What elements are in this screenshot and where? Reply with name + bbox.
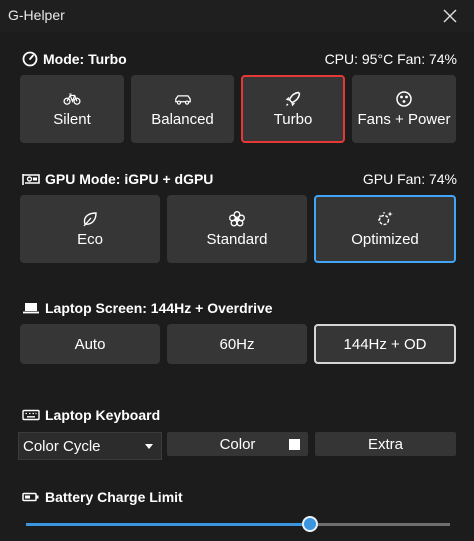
gauge-icon xyxy=(22,51,38,67)
battery-charge-title: Battery Charge Limit xyxy=(45,489,183,505)
sparkle-sun-icon xyxy=(376,210,394,228)
mode-fans-power-label: Fans + Power xyxy=(357,111,451,128)
mode-title: Mode: Turbo xyxy=(43,51,127,67)
close-icon xyxy=(443,9,457,23)
screen-60hz-button[interactable]: 60Hz xyxy=(167,324,307,364)
screen-144hz-od-button[interactable]: 144Hz + OD xyxy=(314,324,456,364)
gpu-mode-title: GPU Mode: iGPU + dGPU xyxy=(45,171,214,187)
mode-header: Mode: Turbo xyxy=(22,49,127,69)
gpu-fan-status: GPU Fan: 74% xyxy=(362,171,457,187)
gpu-optimized-label: Optimized xyxy=(351,231,419,248)
gpu-card-icon xyxy=(22,171,40,187)
battery-limit-slider-thumb[interactable] xyxy=(302,516,319,532)
screen-144hz-od-label: 144Hz + OD xyxy=(343,335,427,353)
laptop-screen-header: Laptop Screen: 144Hz + Overdrive xyxy=(22,298,273,318)
mode-fans-power-button[interactable]: Fans + Power xyxy=(352,75,456,143)
mode-silent-button[interactable]: Silent xyxy=(20,75,124,143)
gpu-optimized-button[interactable]: Optimized xyxy=(314,195,456,263)
keyboard-color-button[interactable]: Color xyxy=(167,432,308,456)
leaf-icon xyxy=(81,210,99,228)
title-bar: G-Helper xyxy=(0,0,474,32)
car-icon xyxy=(174,90,192,108)
mode-balanced-button[interactable]: Balanced xyxy=(131,75,234,143)
mode-balanced-label: Balanced xyxy=(151,111,214,128)
close-button[interactable] xyxy=(438,4,462,28)
laptop-screen-title: Laptop Screen: 144Hz + Overdrive xyxy=(45,300,273,316)
flower-icon xyxy=(228,210,246,228)
battery-limit-slider-fill xyxy=(26,523,311,526)
mode-turbo-label: Turbo xyxy=(273,111,313,128)
keyboard-extra-button[interactable]: Extra xyxy=(315,432,456,456)
gpu-eco-label: Eco xyxy=(77,231,103,248)
keyboard-icon xyxy=(22,407,40,423)
keyboard-color-swatch xyxy=(289,439,300,450)
keyboard-extra-label: Extra xyxy=(367,435,403,453)
keyboard-mode-value: Color Cycle xyxy=(23,437,101,455)
mode-turbo-button[interactable]: Turbo xyxy=(241,75,345,143)
fan-icon xyxy=(395,90,413,108)
keyboard-mode-dropdown[interactable]: Color Cycle xyxy=(18,432,162,460)
chevron-down-icon xyxy=(145,444,153,449)
laptop-keyboard-header: Laptop Keyboard xyxy=(22,405,160,425)
gpu-mode-header: GPU Mode: iGPU + dGPU xyxy=(22,169,213,189)
gpu-eco-button[interactable]: Eco xyxy=(20,195,160,263)
gpu-standard-button[interactable]: Standard xyxy=(167,195,307,263)
bicycle-icon xyxy=(63,90,81,108)
cpu-fan-status: CPU: 95°C Fan: 74% xyxy=(324,51,457,67)
mode-silent-label: Silent xyxy=(53,111,91,128)
gpu-standard-label: Standard xyxy=(206,231,268,248)
window-title: G-Helper xyxy=(8,7,65,23)
battery-limit-slider-track[interactable] xyxy=(26,523,450,526)
battery-icon xyxy=(22,489,40,505)
laptop-icon xyxy=(22,300,40,316)
laptop-keyboard-title: Laptop Keyboard xyxy=(45,407,161,423)
screen-60hz-label: 60Hz xyxy=(219,335,255,353)
battery-charge-header: Battery Charge Limit xyxy=(22,487,183,507)
keyboard-color-label: Color xyxy=(219,435,256,453)
screen-auto-button[interactable]: Auto xyxy=(20,324,160,364)
screen-auto-label: Auto xyxy=(74,335,106,353)
rocket-icon xyxy=(284,90,302,108)
